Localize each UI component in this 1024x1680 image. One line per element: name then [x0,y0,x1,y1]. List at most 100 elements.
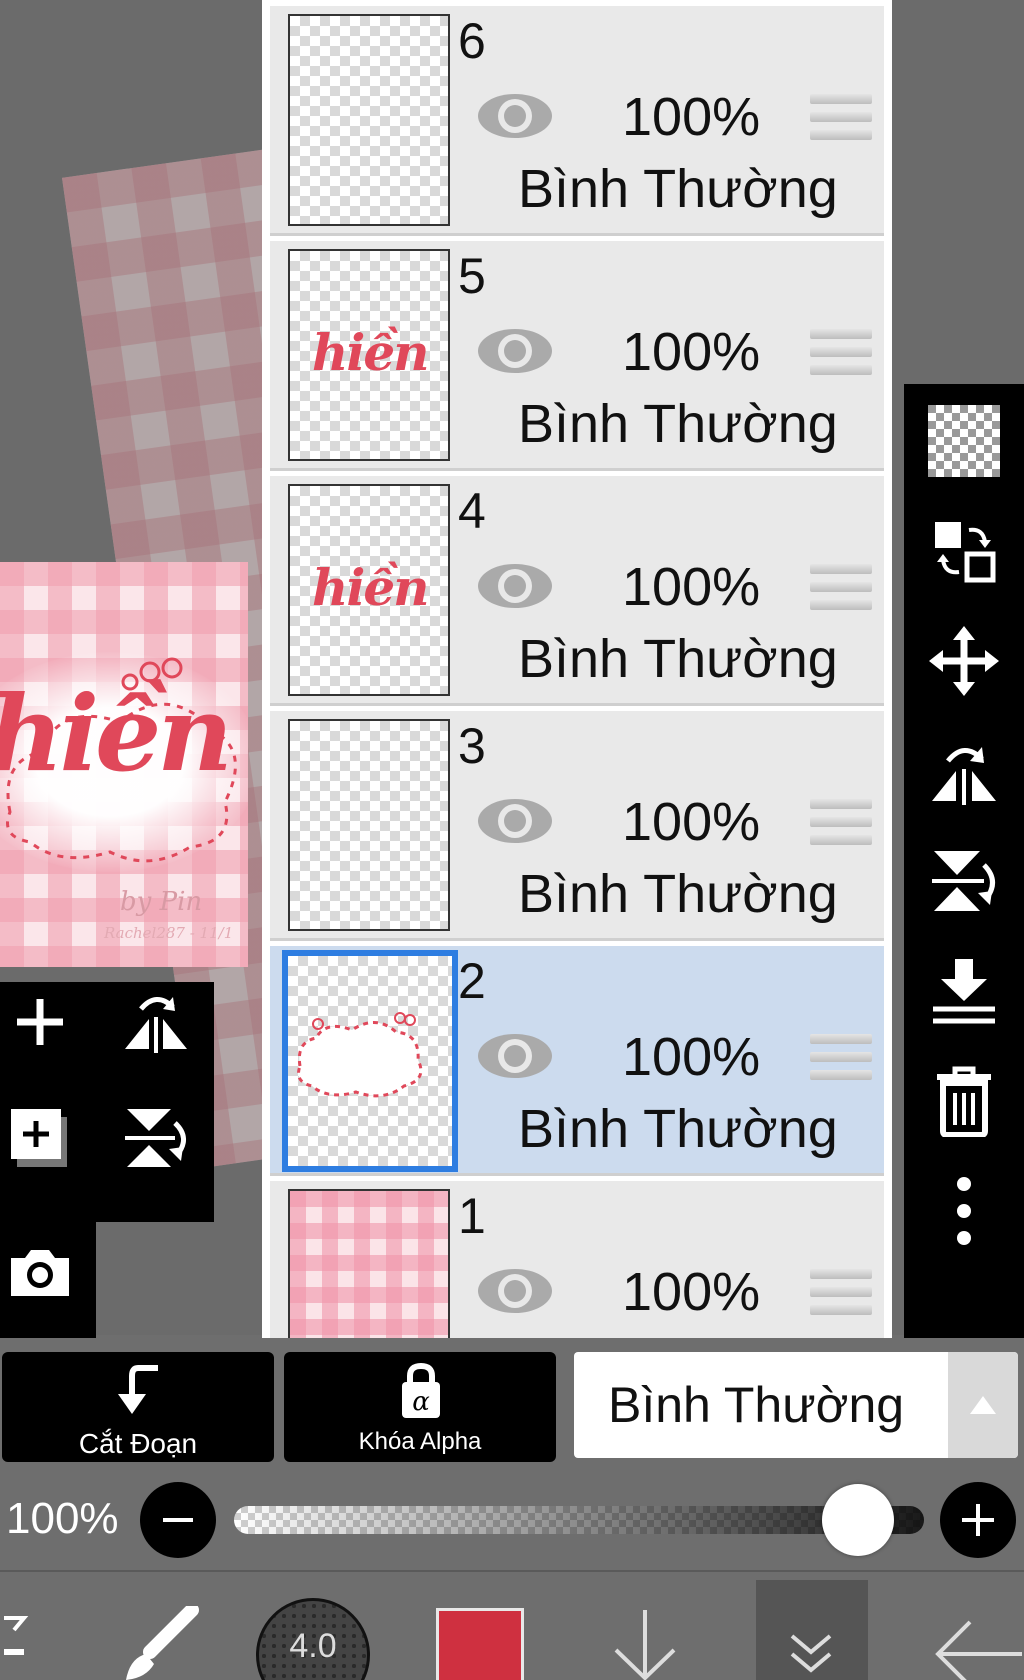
layer-number: 1 [458,1188,486,1244]
layer-number: 4 [458,483,486,539]
artwork-preview[interactable]: hiền by Pin Rachel287 - 11/1 [0,562,248,967]
layers-toggle-button[interactable] [756,1580,868,1680]
layer-blend-mode: Bình Thường [518,394,838,454]
layer-blend-mode: Bình Thường [518,159,838,219]
move-button[interactable] [904,606,1024,716]
more-options-button[interactable] [904,1156,1024,1266]
opacity-slider[interactable] [234,1506,924,1534]
drag-handle-icon[interactable] [810,1269,872,1319]
visibility-toggle[interactable] [475,1028,555,1088]
drag-handle-icon[interactable] [810,799,872,849]
add-icon [17,999,63,1045]
layer-thumbnail[interactable] [288,14,450,226]
clipping-label: Cắt Đoạn [78,1428,198,1459]
lock-icon: α [402,1362,440,1418]
visibility-toggle[interactable] [475,88,555,148]
artwork-title: hiền [0,672,233,795]
blend-mode-dropdown[interactable] [948,1352,1018,1458]
layer-thumbnail[interactable]: hiền [288,249,450,461]
layer-row[interactable]: hiền 5 100% Bình Thường [270,241,884,471]
layer-row[interactable]: 2 100% Bình Thường [270,946,884,1176]
drag-handle-icon[interactable] [810,329,872,379]
minus-icon [163,1518,193,1522]
camera-button[interactable] [0,1232,80,1312]
brush-tool-icon[interactable] [120,1606,200,1680]
layer-blend-mode: Bình Thường [518,1099,838,1159]
layer-opacity: 100% [622,792,761,852]
eye-icon [478,1269,552,1313]
layer-swap-icon [935,522,996,583]
flip-vertical-layer-button[interactable] [904,826,1024,936]
brush-size-button[interactable]: 4.0 [256,1598,370,1680]
blend-mode-value: Bình Thường [608,1377,905,1433]
double-chevron-down-icon [790,1634,832,1673]
transparency-button[interactable] [904,386,1024,496]
layer-row[interactable]: 3 100% Bình Thường [270,711,884,941]
delete-icon [937,1066,991,1137]
flip-horizontal-button[interactable] [116,982,196,1062]
layer-blend-mode: Bình Thường [518,864,838,924]
merge-down-icon [933,959,995,1024]
opacity-decrease-button[interactable] [140,1482,216,1558]
opacity-slider-handle[interactable] [822,1484,894,1556]
plus-icon [962,1504,994,1536]
layer-thumbnail[interactable] [282,950,458,1172]
color-picker-button[interactable] [436,1608,524,1680]
move-icon [929,626,999,696]
layer-number: 5 [458,248,486,304]
layer-thumbnail[interactable] [288,719,450,931]
visibility-toggle[interactable] [475,558,555,618]
camera-icon [11,1250,69,1296]
clipping-arrow-icon [118,1365,158,1414]
artwork-credit: Rachel287 - 11/1 [104,924,234,942]
layer-opacity: 100% [622,1027,761,1087]
merge-down-button[interactable] [904,936,1024,1046]
opacity-increase-button[interactable] [940,1482,1016,1558]
alpha-lock-label: Khóa Alpha [358,1428,482,1455]
eye-icon [478,799,552,843]
drag-handle-icon[interactable] [810,564,872,614]
visibility-toggle[interactable] [475,793,555,853]
svg-text:α: α [412,1387,430,1417]
layer-number: 3 [458,718,486,774]
artwork-signature: by Pin [120,887,203,917]
layer-blend-mode: Bình Thường [518,629,838,689]
eye-icon [478,94,552,138]
drag-handle-icon[interactable] [810,1034,872,1084]
eye-icon [478,564,552,608]
flip-horizontal-layer-button[interactable] [904,716,1024,826]
transform-icon[interactable] [0,1612,40,1680]
more-icon [957,1177,971,1245]
arrow-down-icon[interactable] [608,1608,682,1680]
cloud-thumbnail [297,1012,423,1098]
gingham-thumbnail [290,1191,448,1338]
flip-vertical-icon [932,851,995,911]
triangle-up-icon [970,1396,996,1414]
alpha-lock-button[interactable]: α Khóa Alpha [284,1352,556,1462]
flip-vertical-button[interactable] [116,1098,196,1178]
eye-icon [478,329,552,373]
layer-row[interactable]: 1 100% [270,1181,884,1338]
layer-row[interactable]: hiền 4 100% Bình Thường [270,476,884,706]
delete-layer-button[interactable] [904,1046,1024,1156]
eye-icon [478,1034,552,1078]
layer-row[interactable]: 6 100% Bình Thường [270,6,884,236]
layer-thumbnail[interactable] [288,1189,450,1338]
drag-handle-icon[interactable] [810,94,872,144]
blend-mode-select[interactable]: Bình Thường [574,1352,1018,1458]
layer-swap-button[interactable] [904,496,1024,606]
layer-number: 2 [458,953,486,1009]
right-toolbar [904,384,1024,1339]
clipping-button[interactable]: Cắt Đoạn [2,1352,274,1462]
add-layer-button[interactable] [0,982,80,1062]
visibility-toggle[interactable] [475,323,555,383]
back-arrow-icon[interactable] [930,1612,1024,1680]
flip-vertical-icon [125,1109,186,1167]
layer-opacity: 100% [622,1262,761,1322]
layer-thumbnail[interactable]: hiền [288,484,450,696]
visibility-toggle[interactable] [475,1263,555,1323]
add-special-layer-button[interactable] [0,1098,80,1178]
layer-number: 6 [458,13,486,69]
opacity-value: 100% [6,1494,119,1543]
layer-opacity: 100% [622,87,761,147]
